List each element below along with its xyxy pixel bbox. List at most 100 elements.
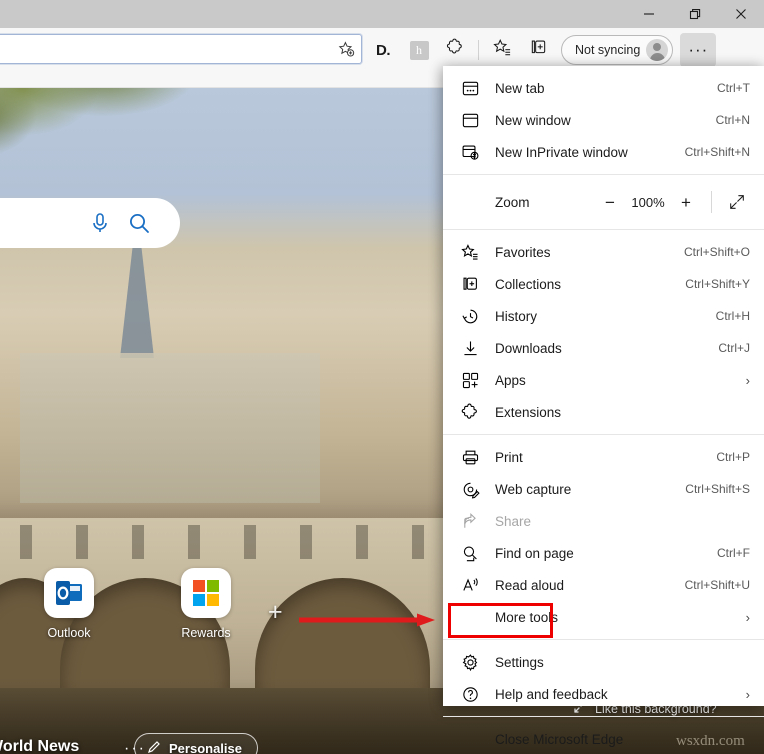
building-facade-decoration bbox=[20, 353, 320, 503]
hypothesis-extension-button[interactable]: h bbox=[402, 34, 436, 66]
minimize-button[interactable] bbox=[626, 0, 672, 28]
gear-icon bbox=[459, 651, 481, 673]
read-aloud-icon bbox=[459, 574, 481, 596]
restore-button[interactable] bbox=[672, 0, 718, 28]
outlook-icon bbox=[44, 568, 94, 618]
search-icon[interactable] bbox=[128, 212, 150, 234]
zoom-level-value: 100% bbox=[627, 195, 669, 210]
menu-item-label: New InPrivate window bbox=[495, 145, 685, 160]
personalise-label: Personalise bbox=[169, 741, 242, 754]
menu-item-shortcut: Ctrl+N bbox=[716, 113, 750, 127]
new-window-icon bbox=[459, 109, 481, 131]
menu-item-shortcut: Ctrl+Shift+N bbox=[685, 145, 750, 159]
web-capture-icon bbox=[459, 478, 481, 500]
add-quick-link-button[interactable]: + bbox=[268, 598, 283, 627]
news-feed-heading: World News bbox=[0, 738, 79, 754]
menu-item-close-microsoft-edge[interactable]: Close Microsoft Edge bbox=[443, 723, 764, 754]
menu-item-shortcut: Ctrl+J bbox=[718, 341, 750, 355]
menu-icon-placeholder bbox=[459, 728, 481, 750]
menu-separator bbox=[443, 639, 764, 640]
add-favorite-star-icon[interactable] bbox=[331, 35, 361, 63]
menu-separator bbox=[443, 229, 764, 230]
pencil-icon bbox=[147, 740, 161, 754]
zoom-in-button[interactable]: + bbox=[669, 187, 703, 217]
address-input[interactable] bbox=[0, 35, 331, 63]
avatar bbox=[646, 39, 668, 61]
address-bar[interactable] bbox=[0, 34, 362, 64]
menu-item-settings[interactable]: Settings bbox=[443, 646, 764, 678]
menu-item-collections[interactable]: CollectionsCtrl+Shift+Y bbox=[443, 268, 764, 300]
chevron-right-icon: › bbox=[746, 610, 750, 625]
microsoft-rewards-icon bbox=[181, 568, 231, 618]
menu-item-shortcut: Ctrl+T bbox=[717, 81, 750, 95]
menu-item-history[interactable]: HistoryCtrl+H bbox=[443, 300, 764, 332]
downloads-arrow-icon bbox=[459, 337, 481, 359]
menu-item-label: Share bbox=[495, 514, 750, 529]
favorites-button[interactable] bbox=[485, 34, 519, 66]
quick-link-rewards[interactable]: Rewards bbox=[167, 568, 245, 640]
menu-item-label: History bbox=[495, 309, 716, 324]
hypothesis-icon: h bbox=[410, 41, 429, 60]
menu-item-favorites[interactable]: FavoritesCtrl+Shift+O bbox=[443, 236, 764, 268]
menu-item-label: New tab bbox=[495, 81, 717, 96]
menu-item-shortcut: Ctrl+Shift+S bbox=[685, 482, 750, 496]
settings-and-more-menu: New tabCtrl+TNew windowCtrl+NNew InPriva… bbox=[443, 66, 764, 706]
quick-links: Outlook Rewards bbox=[30, 568, 245, 640]
menu-item-label: New window bbox=[495, 113, 716, 128]
printer-icon bbox=[459, 446, 481, 468]
menu-item-new-window[interactable]: New windowCtrl+N bbox=[443, 104, 764, 136]
menu-item-more-tools[interactable]: More tools› bbox=[443, 601, 764, 633]
menu-item-label: Apps bbox=[495, 373, 738, 388]
menu-item-web-capture[interactable]: Web captureCtrl+Shift+S bbox=[443, 473, 764, 505]
menu-item-read-aloud[interactable]: Read aloudCtrl+Shift+U bbox=[443, 569, 764, 601]
menu-item-label: Settings bbox=[495, 655, 750, 670]
menu-item-label: Collections bbox=[495, 277, 685, 292]
menu-item-label: Downloads bbox=[495, 341, 718, 356]
personalise-button[interactable]: Personalise bbox=[134, 733, 258, 754]
zoom-controls: −100%+ bbox=[593, 187, 754, 217]
extensions-button[interactable] bbox=[438, 34, 472, 66]
zoom-icon-placeholder bbox=[459, 191, 481, 213]
zoom-out-button[interactable]: − bbox=[593, 187, 627, 217]
menu-item-label: Close Microsoft Edge bbox=[495, 732, 750, 747]
edge-browser-window: Outlook Rewards + World News ··· Persona… bbox=[0, 0, 764, 754]
collections-icon bbox=[529, 38, 548, 62]
collections-button[interactable] bbox=[521, 34, 555, 66]
menu-item-shortcut: Ctrl+Shift+Y bbox=[685, 277, 750, 291]
dashlane-extension-button[interactable]: D. bbox=[366, 34, 400, 66]
menu-item-label: Read aloud bbox=[495, 578, 685, 593]
new-tab-search-box[interactable] bbox=[0, 198, 180, 248]
menu-separator bbox=[443, 434, 764, 435]
find-on-page-icon bbox=[459, 542, 481, 564]
menu-item-extensions[interactable]: Extensions bbox=[443, 396, 764, 428]
quick-link-outlook[interactable]: Outlook bbox=[30, 568, 108, 640]
title-bar bbox=[0, 0, 764, 28]
menu-item-new-inprivate-window[interactable]: New InPrivate windowCtrl+Shift+N bbox=[443, 136, 764, 168]
profile-label: Not syncing bbox=[575, 43, 640, 57]
menu-item-label: Print bbox=[495, 450, 716, 465]
profile-button[interactable]: Not syncing bbox=[561, 35, 673, 65]
menu-item-label: Extensions bbox=[495, 405, 750, 420]
menu-item-label: Help and feedback bbox=[495, 687, 738, 702]
extensions-puzzle-icon bbox=[459, 401, 481, 423]
zoom-label: Zoom bbox=[495, 195, 593, 210]
menu-item-new-tab[interactable]: New tabCtrl+T bbox=[443, 72, 764, 104]
menu-item-apps[interactable]: Apps› bbox=[443, 364, 764, 396]
menu-item-help-and-feedback[interactable]: Help and feedback › bbox=[443, 678, 764, 710]
toolbar-icons: D. h bbox=[366, 32, 716, 68]
close-button[interactable] bbox=[718, 0, 764, 28]
extensions-puzzle-icon bbox=[446, 38, 465, 62]
chevron-right-icon: › bbox=[746, 687, 750, 702]
menu-item-shortcut: Ctrl+H bbox=[716, 309, 750, 323]
menu-item-downloads[interactable]: DownloadsCtrl+J bbox=[443, 332, 764, 364]
help-circle-icon bbox=[459, 683, 481, 705]
microphone-icon[interactable] bbox=[90, 212, 110, 234]
menu-item-label: Find on page bbox=[495, 546, 717, 561]
settings-and-more-button[interactable]: ··· bbox=[680, 33, 716, 67]
share-icon bbox=[459, 510, 481, 532]
menu-item-print[interactable]: PrintCtrl+P bbox=[443, 441, 764, 473]
history-clock-icon bbox=[459, 305, 481, 327]
toolbar-divider bbox=[478, 40, 479, 60]
fullscreen-icon[interactable] bbox=[720, 187, 754, 217]
menu-item-find-on-page[interactable]: Find on pageCtrl+F bbox=[443, 537, 764, 569]
